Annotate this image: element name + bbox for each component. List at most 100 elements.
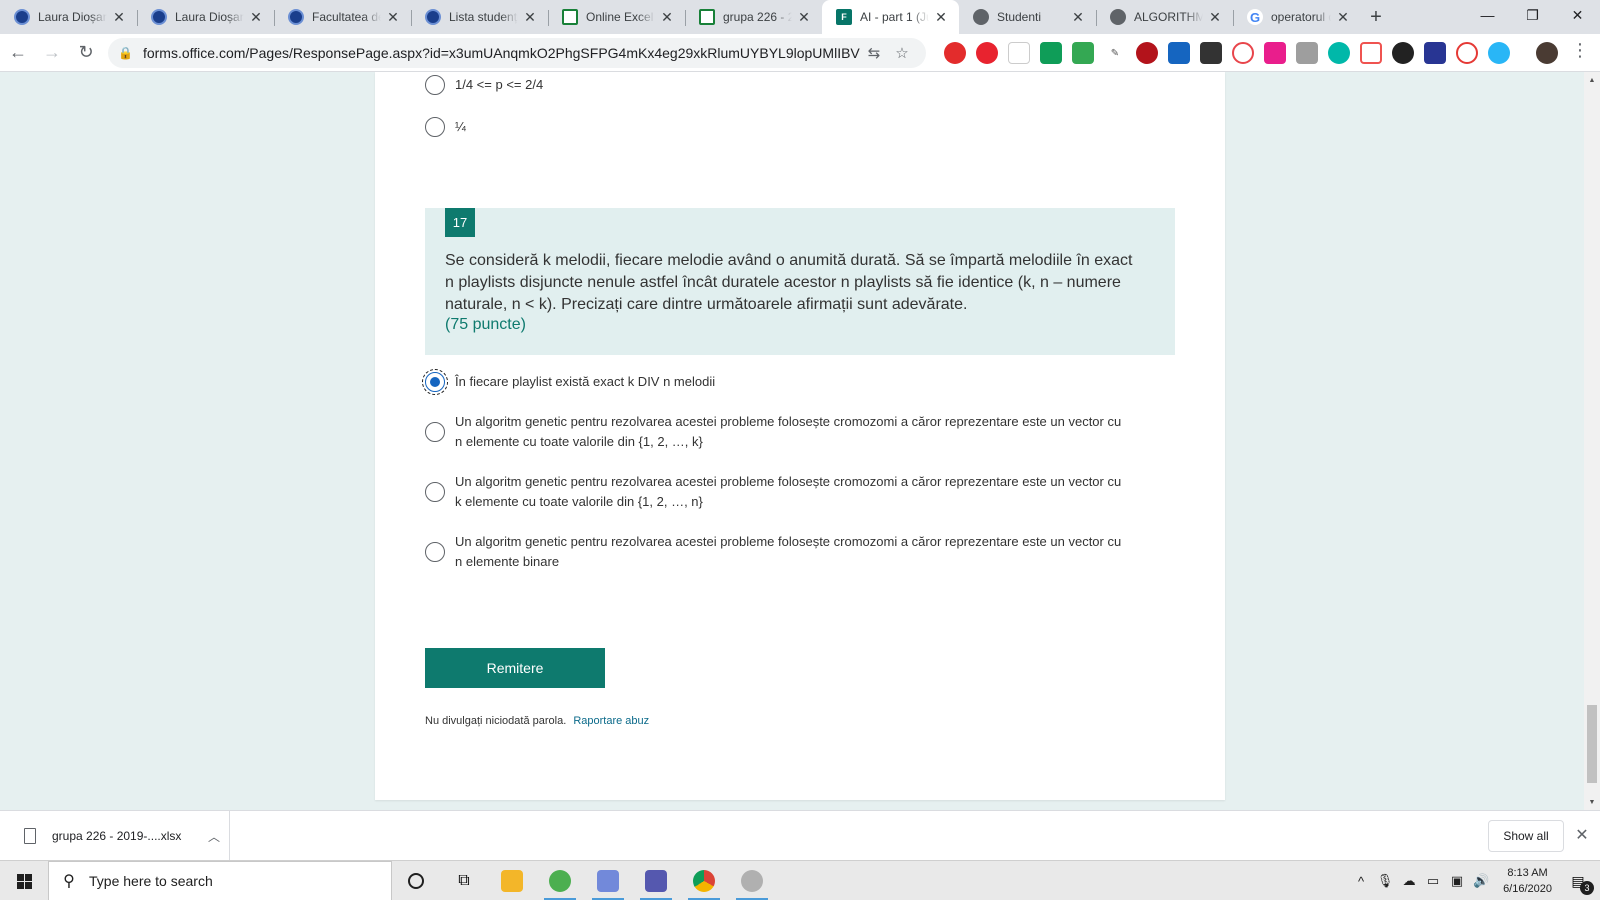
cortana-icon[interactable] — [396, 865, 436, 897]
answer-option-3[interactable]: Un algoritm genetic pentru rezolvarea ac… — [425, 472, 1125, 512]
eye-extension-icon[interactable] — [1136, 42, 1158, 64]
camera-extension-icon[interactable] — [1296, 42, 1318, 64]
timer-extension-icon[interactable] — [1232, 42, 1254, 64]
battery-icon[interactable]: ▭ — [1421, 873, 1445, 889]
browser-tab-active[interactable]: F AI - part 1 (Ju ✕ — [822, 0, 959, 34]
more-menu-icon[interactable]: ⋮ — [1570, 40, 1590, 61]
browser-tab[interactable]: Lista studenți ✕ — [411, 0, 548, 34]
pen-extension-icon[interactable]: ✎ — [1104, 42, 1126, 64]
radio-button[interactable] — [425, 75, 445, 95]
disc-app-icon[interactable] — [732, 865, 772, 900]
radio-button[interactable] — [425, 542, 445, 562]
globe-grey-icon — [1110, 9, 1126, 25]
lock-extension-icon[interactable] — [1008, 42, 1030, 64]
close-tab-icon[interactable]: ✕ — [522, 9, 538, 26]
close-tab-icon[interactable]: ✕ — [1070, 9, 1086, 26]
address-bar[interactable]: 🔒 forms.office.com/Pages/ResponsePage.as… — [108, 38, 926, 68]
new-tab-button[interactable]: + — [1361, 0, 1391, 34]
scrollbar-thumb[interactable] — [1587, 705, 1597, 783]
browser-tab[interactable]: Online Excel V✕ — [548, 0, 685, 34]
answer-option-1[interactable]: În fiecare playlist există exact k DIV n… — [422, 369, 715, 395]
docs-extension-icon[interactable] — [1072, 42, 1094, 64]
browser-tab-strip: Laura Dioșan ✕ Laura Dioșan ✕ Facultatea d… — [0, 0, 1600, 34]
browser-tab[interactable]: ALGORITHMI ✕ — [1096, 0, 1233, 34]
browser-tab[interactable]: Laura Dioșan ✕ — [0, 0, 137, 34]
download-file-name[interactable]: grupa 226 - 2019-....xlsx — [52, 829, 199, 843]
m-extension-icon[interactable] — [1328, 42, 1350, 64]
close-tab-icon[interactable]: ✕ — [659, 9, 675, 26]
up-extension-icon[interactable] — [1264, 42, 1286, 64]
browser-tab[interactable]: grupa 226 - 2 ✕ — [685, 0, 822, 34]
close-download-bar-icon[interactable]: ✕ — [1572, 825, 1592, 845]
prev-option-2[interactable]: ¼ — [425, 117, 466, 137]
taskbar-search-placeholder: Type here to search — [89, 873, 213, 889]
network-icon[interactable]: ▣ — [1445, 873, 1469, 889]
back-arrow-icon[interactable]: ← — [2, 37, 34, 69]
browser-tab[interactable]: Goperatorul de✕ — [1233, 0, 1361, 34]
utorrent-icon[interactable] — [540, 865, 580, 900]
bookmark-star-icon[interactable]: ☆ — [888, 44, 916, 62]
zip-extension-icon[interactable] — [1168, 42, 1190, 64]
arrow-extension-icon[interactable] — [1360, 42, 1382, 64]
forward-arrow-icon[interactable]: → — [36, 37, 68, 69]
close-tab-icon[interactable]: ✕ — [933, 9, 949, 26]
chevron-up-icon[interactable]: ︿ — [199, 828, 229, 845]
page-scrollbar[interactable]: ▲ ▼ — [1584, 72, 1600, 810]
question-box: 17 Se consideră k melodii, fiecare melod… — [425, 208, 1175, 355]
chrome-icon[interactable] — [684, 865, 724, 900]
opera-extension-icon[interactable] — [944, 42, 966, 64]
report-abuse-link[interactable]: Raportare abuz — [573, 715, 649, 727]
sheets-extension-icon[interactable] — [1040, 42, 1062, 64]
translate-icon[interactable]: ⇆ — [860, 44, 888, 62]
lock-icon[interactable]: 🔒 — [118, 46, 133, 60]
windows-start-button[interactable] — [0, 861, 48, 900]
radio-button-selected[interactable] — [422, 369, 448, 395]
dark-extension-icon[interactable] — [1200, 42, 1222, 64]
r-extension-icon[interactable] — [1392, 42, 1414, 64]
radio-button[interactable] — [425, 117, 445, 137]
show-all-button[interactable]: Show all — [1488, 820, 1564, 852]
taskbar-clock[interactable]: 8:13 AM 6/16/2020 — [1503, 865, 1552, 897]
close-tab-icon[interactable]: ✕ — [796, 9, 812, 26]
scroll-up-icon[interactable]: ▲ — [1584, 72, 1600, 88]
tomato-extension-icon[interactable] — [976, 42, 998, 64]
task-view-icon[interactable]: ⧉ — [444, 865, 484, 897]
microphone-icon[interactable]: 🎙 — [1373, 873, 1397, 889]
profile-avatar[interactable] — [1536, 42, 1558, 64]
close-tab-icon[interactable]: ✕ — [385, 9, 401, 26]
reload-icon[interactable]: ↻ — [70, 37, 102, 69]
answer-option-2[interactable]: Un algoritm genetic pentru rezolvarea ac… — [425, 412, 1125, 452]
discord-icon[interactable] — [588, 865, 628, 900]
search-extension-icon[interactable] — [1488, 42, 1510, 64]
prev-option-1[interactable]: 1/4 <= p <= 2/4 — [425, 75, 543, 95]
radio-button[interactable] — [425, 422, 445, 442]
close-tab-icon[interactable]: ✕ — [248, 9, 264, 26]
browser-toolbar: ← → ↻ 🔒 forms.office.com/Pages/ResponseP… — [0, 34, 1600, 72]
browser-tab[interactable]: Laura Dioșan ✕ — [137, 0, 274, 34]
teams-icon[interactable] — [636, 865, 676, 900]
taskbar-search-box[interactable]: ⚲ Type here to search — [48, 861, 392, 900]
download-item[interactable]: grupa 226 - 2019-....xlsx ︿ — [10, 811, 230, 861]
onedrive-cloud-icon[interactable]: ☁ — [1397, 873, 1421, 889]
answer-option-4[interactable]: Un algoritm genetic pentru rezolvarea ac… — [425, 532, 1125, 572]
browser-tab[interactable]: Facultatea de ✕ — [274, 0, 411, 34]
volume-icon[interactable]: 🔊 — [1469, 873, 1493, 889]
swirl-extension-icon[interactable] — [1456, 42, 1478, 64]
screen-extension-icon[interactable] — [1424, 42, 1446, 64]
close-tab-icon[interactable]: ✕ — [1335, 9, 1351, 26]
notification-center-icon[interactable]: ▤ 3 — [1566, 869, 1594, 895]
file-explorer-icon[interactable] — [492, 865, 532, 897]
browser-tab[interactable]: Studenti ✕ — [959, 0, 1096, 34]
radio-button[interactable] — [425, 482, 445, 502]
close-tab-icon[interactable]: ✕ — [1207, 9, 1223, 26]
submit-button[interactable]: Remitere — [425, 648, 605, 688]
close-tab-icon[interactable]: ✕ — [111, 9, 127, 26]
tray-chevron-up-icon[interactable]: ^ — [1349, 874, 1373, 889]
url-text[interactable]: forms.office.com/Pages/ResponsePage.aspx… — [143, 45, 860, 61]
download-bar: grupa 226 - 2019-....xlsx ︿ Show all ✕ — [0, 810, 1600, 861]
notification-badge: 3 — [1580, 881, 1594, 895]
scroll-down-icon[interactable]: ▼ — [1584, 794, 1600, 810]
minimize-icon[interactable]: — — [1465, 0, 1510, 30]
restore-icon[interactable]: ❐ — [1510, 0, 1555, 30]
close-window-icon[interactable]: ✕ — [1555, 0, 1600, 30]
